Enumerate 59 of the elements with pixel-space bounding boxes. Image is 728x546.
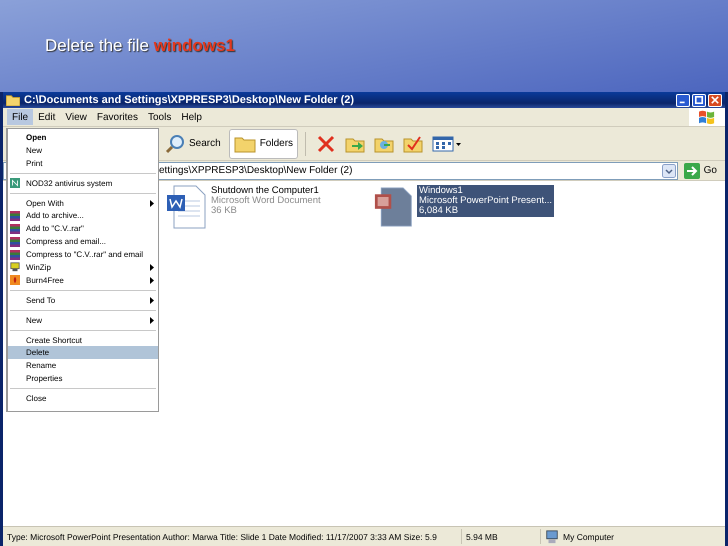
powerpoint-document-icon[interactable] [374, 185, 414, 229]
flame-icon [10, 275, 20, 286]
books-icon [10, 210, 20, 221]
minimize-button[interactable] [676, 94, 690, 106]
arrow-icon [684, 162, 700, 178]
menu-item[interactable]: Tools [142, 109, 176, 125]
antivirus-icon [10, 178, 20, 188]
submenu-arrow-icon [150, 200, 154, 206]
menu-entry[interactable]: Rename [8, 359, 158, 372]
dropdown-icon[interactable] [662, 164, 676, 178]
search-button[interactable]: Search [160, 128, 226, 158]
folders-button[interactable]: Folders [228, 128, 298, 158]
go-button[interactable]: Go [682, 162, 719, 178]
computer-icon [545, 530, 559, 544]
menu-entry[interactable]: New [8, 144, 158, 157]
submenu-arrow-icon [150, 296, 154, 304]
books-icon [10, 224, 20, 234]
window-title: C:\Documents and Settings\XPPRESP3\Desktop\New Folder (2) [24, 94, 356, 106]
folder-icon [234, 134, 256, 152]
books-icon [10, 236, 20, 247]
menu-item[interactable]: Edit [33, 109, 60, 125]
file-label[interactable]: Shutdown the Computer1 Microsoft Word Document 36 KB [209, 185, 323, 217]
slide-title: Delete the file windows1 [44, 35, 236, 57]
menu-entry[interactable]: WinZip [8, 261, 158, 274]
windows-logo-icon [689, 108, 725, 126]
menu-item[interactable]: Help [176, 109, 207, 125]
menu-entry[interactable]: Add to "C.V..rar" [8, 222, 158, 236]
status-text: Type: Microsoft PowerPoint Presentation Author: Marwa Title: Slide 1 Date Modified: 11/17/2007 3:33 AM Size: 5.9 [3, 529, 462, 544]
menu-entry[interactable]: Send To [8, 294, 158, 307]
menu-entry[interactable]: Open With [8, 196, 158, 210]
submenu-arrow-icon [150, 316, 154, 324]
folder-check-icon[interactable] [403, 134, 424, 154]
maximize-icon [695, 96, 703, 104]
search-icon [165, 134, 185, 154]
menu-entry[interactable]: New [8, 314, 158, 327]
file-label[interactable]: Windows1 Microsoft PowerPoint Present... 6,084 KB [417, 185, 554, 217]
menu-entry[interactable]: Close [8, 392, 158, 406]
menu-entry[interactable]: NOD32 antivirus system [8, 176, 158, 190]
menu-entry[interactable]: Open [8, 131, 158, 144]
close-button[interactable] [708, 94, 722, 106]
menu-entry[interactable]: Compress to "C.V..rar" and email [8, 248, 158, 262]
views-icon[interactable] [432, 134, 462, 154]
menu-item[interactable]: Favorites [92, 109, 143, 125]
books-icon [10, 250, 20, 260]
menu-item[interactable]: View [60, 109, 92, 125]
folder-icon [6, 94, 20, 106]
menu-entry[interactable]: Compress and email... [8, 235, 158, 248]
status-size: 5.94 MB [462, 529, 541, 544]
menu-entry[interactable]: Burn4Free [8, 274, 158, 287]
menu-entry[interactable]: Properties [8, 372, 158, 386]
status-zone: My Computer [563, 532, 614, 542]
menu-entry[interactable]: Add to archive... [8, 209, 158, 222]
delete-icon[interactable] [316, 134, 336, 154]
word-document-icon[interactable] [166, 185, 206, 229]
close-icon [711, 96, 719, 104]
menu-entry[interactable]: Delete [8, 346, 158, 360]
menu-item[interactable]: File [7, 109, 34, 125]
menu-entry[interactable]: Create Shortcut [8, 334, 158, 346]
maximize-button[interactable] [692, 94, 706, 106]
